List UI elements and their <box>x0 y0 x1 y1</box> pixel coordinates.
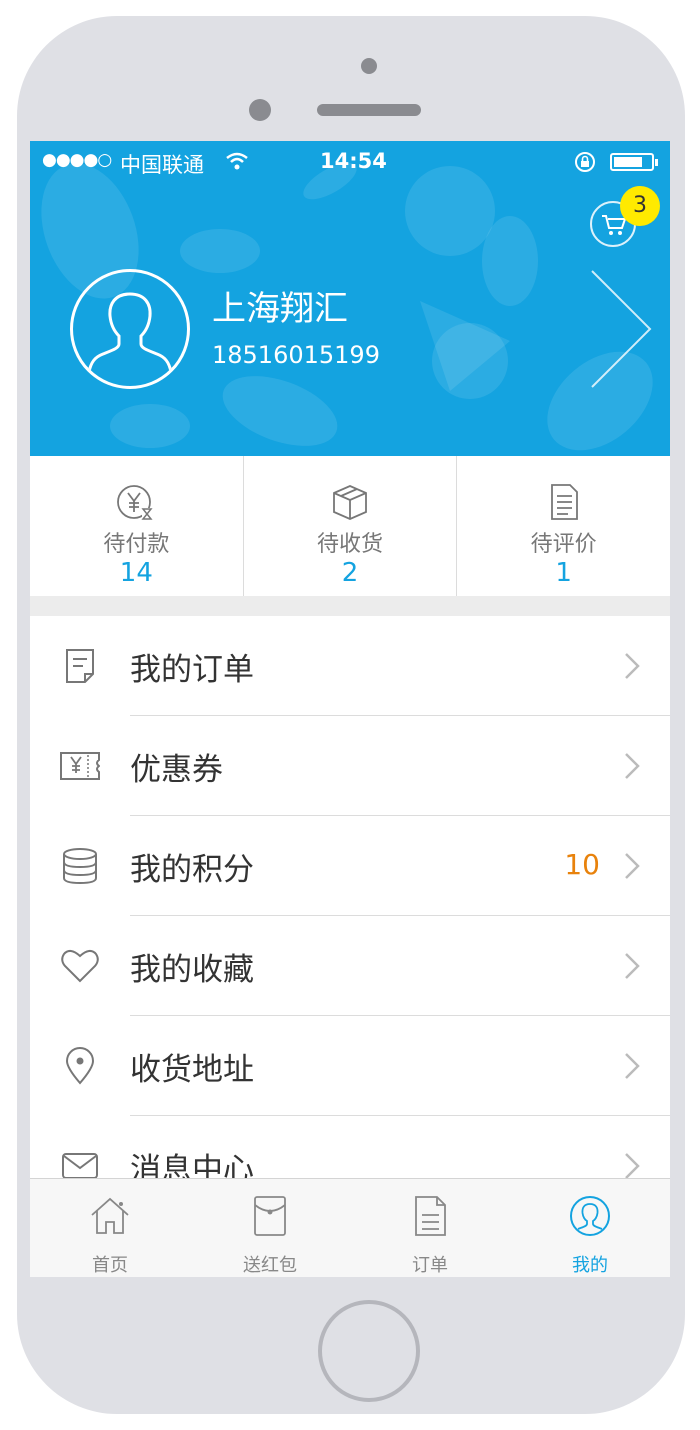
stat-label: 待付款 <box>103 532 170 557</box>
heart-icon <box>61 950 99 983</box>
menu-item-my-orders[interactable]: 我的订单 <box>30 616 670 716</box>
points-count: 10 <box>564 848 600 881</box>
red-envelope-icon <box>254 1196 286 1236</box>
user-profile-icon <box>570 1196 610 1236</box>
user-phone: 18516015199 <box>212 341 380 369</box>
tab-orders[interactable]: 订单 <box>350 1179 510 1277</box>
front-camera <box>249 99 271 121</box>
coupon-ticket-icon <box>60 752 100 780</box>
coins-stack-icon <box>63 848 97 885</box>
status-time: 14:54 <box>320 149 387 173</box>
chevron-right-icon <box>625 1153 640 1179</box>
avatar[interactable] <box>70 269 190 389</box>
carrier-name: 中国联通 <box>120 153 204 177</box>
user-name: 上海翔汇 <box>212 289 348 329</box>
chevron-right-icon <box>625 1053 640 1079</box>
bottom-tab-bar: 首页 送红包 订单 我的 <box>30 1178 670 1277</box>
proximity-sensor <box>361 58 377 74</box>
chevron-right-icon <box>625 853 640 879</box>
stat-label: 待收货 <box>317 532 384 557</box>
user-silhouette-icon <box>87 292 173 373</box>
tab-label: 首页 <box>92 1255 128 1276</box>
status-bar: ●●●●○ 中国联通 14:54 <box>30 141 670 181</box>
battery-icon <box>610 153 658 171</box>
stat-count: 2 <box>341 558 359 588</box>
menu-item-label: 收货地址 <box>130 1052 254 1088</box>
earpiece-speaker <box>317 104 421 116</box>
chevron-right-icon <box>625 953 640 979</box>
menu-item-coupons[interactable]: 优惠券 <box>30 716 670 816</box>
tab-send-red-envelope[interactable]: 送红包 <box>190 1179 350 1277</box>
chevron-right-icon <box>625 653 640 679</box>
wifi-icon <box>226 151 248 175</box>
profile-detail-chevron-icon[interactable] <box>590 269 654 389</box>
location-pin-icon <box>65 1047 95 1085</box>
tab-mine[interactable]: 我的 <box>510 1179 670 1277</box>
document-icon <box>550 484 578 520</box>
profile-header: ●●●●○ 中国联通 14:54 3 上海翔汇 18516015199 <box>30 141 670 456</box>
tab-label: 我的 <box>572 1255 608 1276</box>
menu-item-favorites[interactable]: 我的收藏 <box>30 916 670 1016</box>
tab-label: 订单 <box>412 1255 448 1276</box>
tab-home[interactable]: 首页 <box>30 1179 190 1277</box>
section-divider <box>30 596 670 616</box>
cart-count-badge: 3 <box>620 186 660 226</box>
menu-item-label: 优惠券 <box>130 752 223 788</box>
home-icon <box>91 1197 129 1234</box>
menu-item-points[interactable]: 我的积分 10 <box>30 816 670 916</box>
package-box-icon <box>333 485 367 520</box>
order-note-icon <box>66 649 94 683</box>
menu-item-label: 我的订单 <box>130 652 254 688</box>
order-status-bar: 待付款 14 待收货 2 待评价 1 <box>30 456 670 596</box>
stat-pending-review[interactable]: 待评价 1 <box>457 456 670 596</box>
stat-count: 14 <box>119 558 153 588</box>
menu-item-label: 我的收藏 <box>130 952 254 988</box>
stat-label: 待评价 <box>530 532 597 557</box>
rotation-lock-icon <box>574 151 596 178</box>
tab-label: 送红包 <box>243 1255 297 1276</box>
yen-hourglass-icon <box>117 485 153 520</box>
app-screen: ●●●●○ 中国联通 14:54 3 上海翔汇 18516015199 待付款 … <box>30 141 670 1277</box>
menu-item-address[interactable]: 收货地址 <box>30 1016 670 1116</box>
chevron-right-icon <box>625 753 640 779</box>
order-list-icon <box>415 1196 446 1236</box>
home-button[interactable] <box>318 1300 420 1402</box>
stat-pending-payment[interactable]: 待付款 14 <box>30 456 244 596</box>
stat-count: 1 <box>555 558 572 588</box>
signal-strength: ●●●●○ <box>42 150 112 170</box>
menu-item-label: 我的积分 <box>130 852 254 888</box>
profile-menu-list: 我的订单 优惠券 我的积分 10 我的收藏 收货地址 消息中心 <box>30 616 670 1216</box>
stat-pending-receipt[interactable]: 待收货 2 <box>244 456 458 596</box>
